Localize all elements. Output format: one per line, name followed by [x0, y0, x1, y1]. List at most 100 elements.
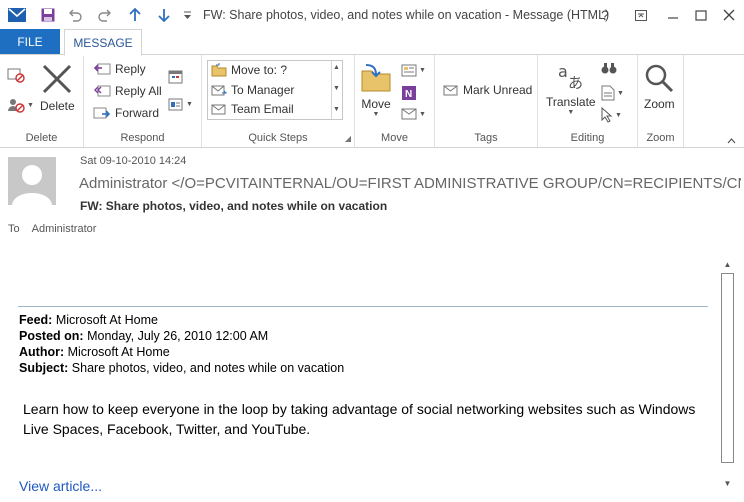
qs-scroll-up-icon[interactable]: ▲	[333, 64, 340, 71]
author-label: Author:	[19, 345, 65, 359]
svg-text:あ: あ	[568, 74, 583, 91]
quick-steps-group: Move to: ? To Manager Team Email ▲ ▼ ▼ ◢…	[202, 55, 355, 147]
author-line: Author: Microsoft At Home	[19, 345, 170, 359]
avatar	[8, 157, 56, 205]
arrow-down-icon[interactable]	[153, 6, 175, 24]
junk-icon[interactable]: ▼	[7, 97, 34, 113]
actions-icon[interactable]: ▼	[401, 107, 426, 121]
zoom-button[interactable]: Zoom	[644, 63, 675, 111]
delete-group: ▼ Delete Delete	[0, 55, 84, 147]
zoom-group: Zoom Zoom	[638, 55, 684, 147]
forward-icon	[93, 107, 111, 119]
group-label-respond: Respond	[120, 132, 165, 144]
group-label-editing: Editing	[570, 132, 605, 144]
outlook-app-icon[interactable]	[6, 6, 28, 24]
translate-button[interactable]: aあ Translate ▼	[546, 61, 596, 116]
move-group: Move ▼ ▼ N ▼ Move	[355, 55, 435, 147]
to-label: To	[8, 223, 20, 235]
qs-more-icon[interactable]: ▼	[333, 106, 340, 113]
reply-button[interactable]: Reply	[93, 61, 146, 77]
quick-step-move-to[interactable]: Move to: ?	[211, 63, 287, 77]
tab-file[interactable]: FILE	[0, 29, 60, 55]
group-label-delete: Delete	[25, 132, 58, 144]
body-scrollbar[interactable]: ▲ ▼	[719, 256, 736, 492]
select-icon[interactable]: ▼	[601, 107, 622, 123]
undo-icon[interactable]	[64, 6, 86, 24]
close-icon[interactable]	[716, 4, 742, 26]
delete-button[interactable]: Delete	[40, 63, 75, 113]
group-label-quick-steps: Quick Steps	[248, 132, 308, 144]
quick-step-to-manager[interactable]: To Manager	[211, 83, 294, 97]
zoom-label: Zoom	[644, 97, 675, 111]
move-dropdown-icon: ▼	[372, 111, 380, 118]
quick-step-to-manager-label: To Manager	[231, 83, 295, 97]
related-icon[interactable]: ▼	[601, 85, 624, 101]
person-placeholder-icon	[12, 165, 52, 205]
tags-group: Mark Unread Tags	[435, 55, 538, 147]
delete-x-icon	[43, 64, 72, 94]
author-value: Microsoft At Home	[67, 345, 170, 359]
to-recipient[interactable]: Administrator	[32, 223, 97, 235]
quick-step-team-email-label: Team Email	[231, 102, 294, 116]
translate-icon: aあ	[558, 62, 583, 91]
minimize-icon[interactable]	[660, 4, 686, 26]
reply-all-label: Reply All	[115, 84, 162, 98]
editing-group: aあ Translate ▼ ▼ ▼ Editing	[538, 55, 638, 147]
help-icon[interactable]: ?	[592, 4, 618, 26]
move-button[interactable]: Move ▼	[360, 63, 392, 118]
forward-button[interactable]: Forward	[93, 105, 159, 121]
delete-label: Delete	[40, 99, 75, 113]
envelope-icon	[443, 85, 458, 96]
rules-icon[interactable]: ▼	[401, 63, 426, 77]
ribbon-tabs: FILE MESSAGE	[0, 29, 744, 56]
respond-group: Reply Reply All Forward ▼ Respond	[84, 55, 202, 147]
quick-step-team-email[interactable]: Team Email	[211, 102, 294, 116]
scroll-thumb[interactable]	[721, 273, 734, 463]
magnifier-icon	[646, 64, 674, 93]
onenote-icon[interactable]: N	[401, 85, 417, 104]
ribbon-display-options-icon[interactable]	[628, 4, 654, 26]
scroll-down-icon[interactable]: ▼	[719, 475, 736, 492]
maximize-icon[interactable]	[688, 4, 714, 26]
qs-scroll-down-icon[interactable]: ▼	[333, 85, 340, 92]
quick-steps-gallery: Move to: ? To Manager Team Email ▲ ▼ ▼	[207, 60, 343, 120]
save-icon[interactable]	[37, 6, 59, 24]
quick-steps-scrollbar[interactable]: ▲ ▼ ▼	[331, 61, 342, 119]
folder-arrow-icon	[211, 63, 227, 77]
feed-value: Microsoft At Home	[55, 313, 158, 327]
reply-all-button[interactable]: Reply All	[93, 83, 162, 99]
ribbon: ▼ Delete Delete Reply Reply All Forward …	[0, 54, 744, 148]
mark-unread-button[interactable]: Mark Unread	[443, 83, 532, 97]
forward-label: Forward	[115, 106, 160, 120]
body-divider	[18, 306, 708, 307]
customize-toolbar-icon[interactable]	[180, 6, 194, 24]
scroll-up-icon[interactable]: ▲	[719, 256, 736, 273]
subject-label: Subject:	[19, 361, 69, 375]
collapse-ribbon-icon[interactable]	[727, 133, 736, 147]
view-article-link[interactable]: View article...	[19, 478, 102, 494]
move-folder-icon	[361, 64, 391, 92]
feed-line: Feed: Microsoft At Home	[19, 313, 158, 327]
reply-icon	[93, 63, 111, 75]
arrow-up-icon[interactable]	[124, 6, 146, 24]
more-respond-icon[interactable]: ▼	[168, 97, 193, 112]
redo-icon[interactable]	[94, 6, 116, 24]
feed-label: Feed:	[19, 313, 53, 327]
posted-label: Posted on:	[19, 329, 84, 343]
posted-line: Posted on: Monday, July 26, 2010 12:00 A…	[19, 329, 268, 343]
mark-unread-label: Mark Unread	[463, 83, 533, 97]
subject-value: Share photos, video, and notes while on …	[71, 361, 345, 375]
tab-message[interactable]: MESSAGE	[64, 29, 142, 56]
envelope-arrow-icon	[211, 85, 227, 96]
find-icon[interactable]	[601, 61, 617, 78]
meeting-icon[interactable]	[168, 69, 184, 87]
reply-label: Reply	[115, 62, 146, 76]
message-recipients: To Administrator	[8, 223, 96, 235]
quick-step-move-to-label: Move to: ?	[231, 63, 288, 77]
svg-text:a: a	[558, 62, 568, 81]
title-bar: FW: Share photos, video, and notes while…	[0, 0, 744, 31]
svg-text:N: N	[405, 89, 412, 100]
message-sender[interactable]: Administrator </O=PCVITAINTERNAL/OU=FIRS…	[79, 175, 741, 192]
reply-all-icon	[94, 85, 111, 97]
ignore-icon[interactable]	[7, 67, 25, 86]
